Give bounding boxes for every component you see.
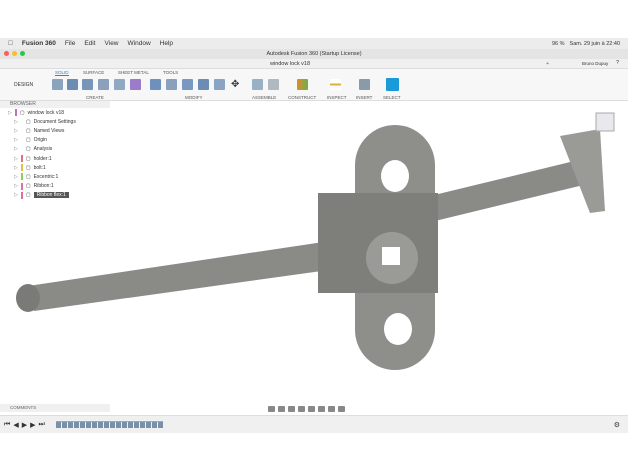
ribbon-strap: [16, 129, 605, 312]
go-end-icon[interactable]: ⏭: [38, 421, 44, 429]
box-icon[interactable]: [130, 79, 141, 90]
fillet-icon[interactable]: [166, 79, 177, 90]
title-bar: Autodesk Fusion 360 (Startup License): [0, 49, 628, 59]
view-cube-icon[interactable]: [595, 112, 615, 132]
fit-icon[interactable]: [308, 405, 315, 412]
document-tab[interactable]: window lock v18: [270, 61, 310, 67]
combine-icon[interactable]: [198, 79, 209, 90]
press-pull-icon[interactable]: [150, 79, 161, 90]
shell-icon[interactable]: [182, 79, 193, 90]
zoom-button[interactable]: [20, 51, 25, 56]
create-menu[interactable]: CREATE: [86, 95, 104, 100]
clock[interactable]: Sam. 29 juin à 22:40: [570, 41, 620, 47]
sketch-icon[interactable]: [52, 79, 63, 90]
hole-icon[interactable]: [98, 79, 109, 90]
assemble-menu[interactable]: ASSEMBLE: [252, 95, 276, 100]
tab-surface[interactable]: SURFACE: [83, 70, 104, 75]
orbit-icon[interactable]: [268, 405, 275, 412]
holder-plate: [318, 125, 438, 370]
tab-solid[interactable]: SOLID: [55, 70, 69, 76]
step-back-icon[interactable]: ◀: [13, 421, 18, 429]
timeline: ⏮ ◀ ▶ ▶ ⏭ ⚙: [0, 415, 628, 433]
navigation-bar: [268, 404, 363, 413]
select-icon[interactable]: [386, 78, 399, 91]
menu-edit[interactable]: Edit: [84, 40, 95, 47]
modify-menu[interactable]: MODIFY: [185, 95, 203, 100]
viewports-icon[interactable]: [338, 405, 345, 412]
minimize-button[interactable]: [12, 51, 17, 56]
pattern-icon[interactable]: [114, 79, 125, 90]
battery-label[interactable]: 96 %: [552, 41, 565, 47]
new-component-icon[interactable]: [252, 79, 263, 90]
document-tab-bar: window lock v18 + Bruno Dupuy ?: [0, 59, 628, 69]
plane-icon[interactable]: [297, 79, 308, 90]
tab-tools[interactable]: TOOLS: [163, 70, 178, 75]
measure-icon[interactable]: [330, 79, 341, 90]
grid-icon[interactable]: [328, 405, 335, 412]
split-icon[interactable]: [214, 79, 225, 90]
pan-icon[interactable]: [288, 405, 295, 412]
joint-icon[interactable]: [268, 79, 279, 90]
go-start-icon[interactable]: ⏮: [4, 421, 10, 429]
revolve-icon[interactable]: [82, 79, 93, 90]
display-settings-icon[interactable]: [318, 405, 325, 412]
comments-panel[interactable]: COMMENTS: [0, 404, 110, 412]
move-icon[interactable]: ✥: [231, 79, 239, 90]
mac-menubar:  Fusion 360 File Edit View Window Help …: [0, 38, 628, 49]
tab-sheet-metal[interactable]: SHEET METAL: [118, 70, 149, 75]
apple-icon[interactable]: : [8, 40, 13, 47]
construct-menu[interactable]: CONSTRUCT: [288, 95, 316, 100]
play-icon[interactable]: ▶: [22, 421, 27, 429]
timeline-features[interactable]: [55, 421, 163, 428]
insert-menu[interactable]: INSERT: [356, 95, 372, 100]
menu-file[interactable]: File: [65, 40, 75, 47]
close-button[interactable]: [4, 51, 9, 56]
zoom-icon[interactable]: [298, 405, 305, 412]
insert-image-icon[interactable]: [359, 79, 370, 90]
menu-window[interactable]: Window: [128, 40, 151, 47]
window-title: Autodesk Fusion 360 (Startup License): [266, 51, 362, 57]
menu-view[interactable]: View: [105, 40, 119, 47]
viewport-3d[interactable]: [0, 101, 628, 404]
menu-app[interactable]: Fusion 360: [22, 40, 56, 47]
select-menu[interactable]: SELECT: [383, 95, 401, 100]
new-tab-icon[interactable]: +: [546, 61, 549, 67]
workspace-switcher[interactable]: DESIGN: [14, 82, 33, 88]
menu-help[interactable]: Help: [160, 40, 173, 47]
timeline-settings-icon[interactable]: ⚙: [614, 421, 620, 429]
look-at-icon[interactable]: [278, 405, 285, 412]
step-forward-icon[interactable]: ▶: [30, 421, 35, 429]
inspect-menu[interactable]: INSPECT: [327, 95, 347, 100]
extrude-icon[interactable]: [67, 79, 78, 90]
user-name[interactable]: Bruno Dupuy: [582, 61, 608, 66]
help-icon[interactable]: ?: [616, 60, 619, 66]
ribbon-toolbar: DESIGN SOLID SURFACE SHEET METAL TOOLS C…: [0, 69, 628, 101]
